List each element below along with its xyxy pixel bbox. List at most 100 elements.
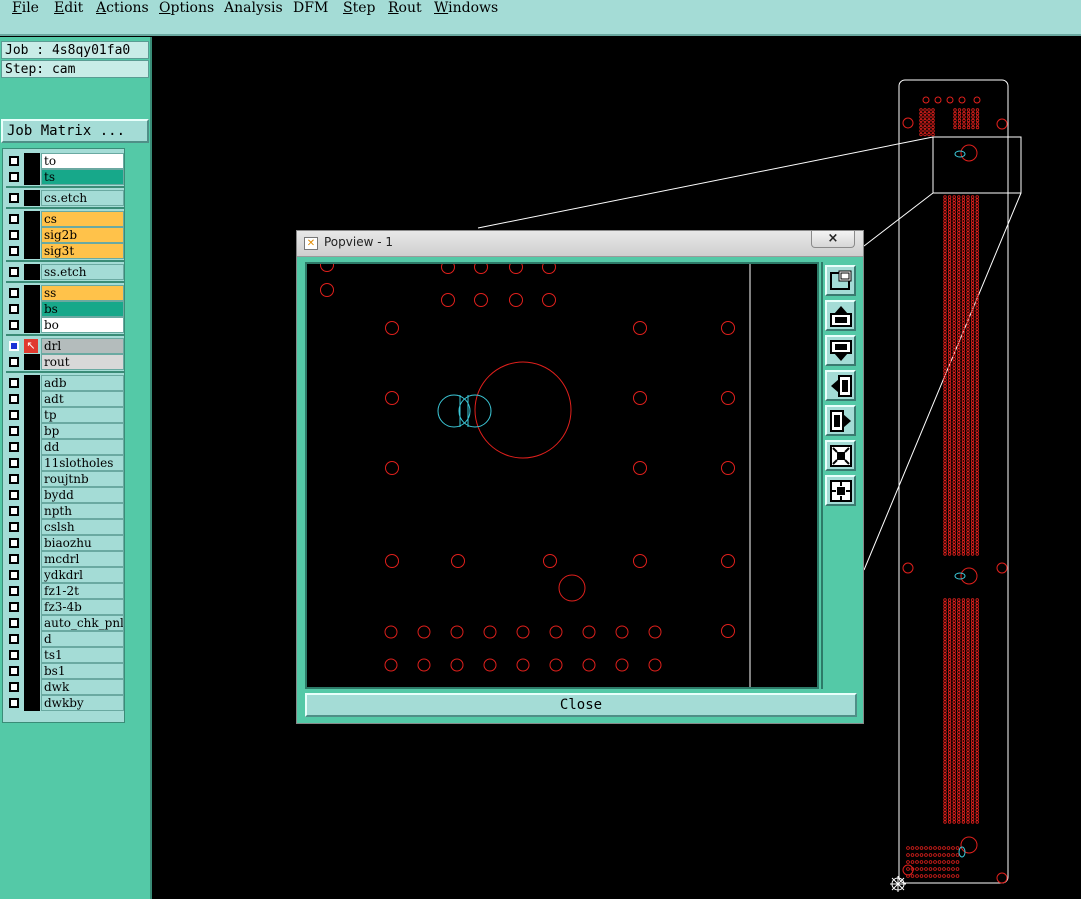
layer-checkbox[interactable] xyxy=(9,357,19,367)
layer-checkbox[interactable] xyxy=(9,650,19,660)
layer-row-dwkby[interactable]: dwkby xyxy=(6,695,124,711)
layer-checkbox[interactable] xyxy=(9,410,19,420)
layer-row-mcdrl[interactable]: mcdrl xyxy=(6,551,124,567)
layer-row-auto_chk_pnl[interactable]: auto_chk_pnl xyxy=(6,615,124,631)
layer-checkbox[interactable] xyxy=(9,538,19,548)
zoom-out-button[interactable] xyxy=(825,440,856,471)
board-pad xyxy=(966,345,970,349)
board-pad xyxy=(970,733,975,737)
pan-up-button[interactable] xyxy=(825,300,856,331)
board-pad xyxy=(961,811,966,815)
pan-right-button[interactable] xyxy=(825,405,856,436)
menu-dfm[interactable]: DFM xyxy=(293,0,328,16)
layer-row-bs[interactable]: bs xyxy=(6,301,124,317)
popview-canvas[interactable] xyxy=(305,258,819,689)
layer-row-ss[interactable]: ss xyxy=(6,285,124,301)
layer-row-ss.etch[interactable]: ss.etch xyxy=(6,264,124,280)
layer-checkbox[interactable] xyxy=(9,682,19,692)
layer-row-ts1[interactable]: ts1 xyxy=(6,647,124,663)
layer-row-bydd[interactable]: bydd xyxy=(6,487,124,503)
layer-checkbox[interactable] xyxy=(9,246,19,256)
layer-checkbox[interactable] xyxy=(9,394,19,404)
layer-checkbox[interactable] xyxy=(9,230,19,240)
layer-row-sig3t[interactable]: sig3t xyxy=(6,243,124,259)
menu-file[interactable]: File xyxy=(12,0,39,16)
menu-step[interactable]: Step xyxy=(343,0,375,16)
layer-row-11slotholes[interactable]: 11slotholes xyxy=(6,455,124,471)
layer-row-sig2b[interactable]: sig2b xyxy=(6,227,124,243)
board-pad xyxy=(966,525,970,529)
layer-checkbox[interactable] xyxy=(9,570,19,580)
layer-checkbox[interactable] xyxy=(9,288,19,298)
layer-row-npth[interactable]: npth xyxy=(6,503,124,519)
layer-checkbox[interactable] xyxy=(9,193,19,203)
layer-checkbox[interactable] xyxy=(9,156,19,166)
menu-options[interactable]: Options xyxy=(159,0,214,16)
layer-checkbox[interactable] xyxy=(9,522,19,532)
layer-checkbox[interactable] xyxy=(9,378,19,388)
layer-row-cslsh[interactable]: cslsh xyxy=(6,519,124,535)
board-pad xyxy=(947,429,952,433)
board-pad xyxy=(970,516,975,520)
pan-down-button[interactable] xyxy=(825,335,856,366)
layer-row-to[interactable]: to xyxy=(6,153,124,169)
layer-row-dwk[interactable]: dwk xyxy=(6,679,124,695)
board-pad xyxy=(966,625,970,629)
layer-row-tp[interactable]: tp xyxy=(6,407,124,423)
job-matrix-button[interactable]: Job Matrix ... xyxy=(1,119,149,143)
layer-checkbox[interactable] xyxy=(9,426,19,436)
layer-checkbox[interactable] xyxy=(9,474,19,484)
layer-row-adb[interactable]: adb xyxy=(6,375,124,391)
layer-checkbox[interactable] xyxy=(9,304,19,314)
board-pad xyxy=(975,468,979,472)
menu-windows[interactable]: Windows xyxy=(434,0,498,16)
layer-checkbox[interactable] xyxy=(9,698,19,708)
board-pad xyxy=(943,616,947,620)
zoom-in-button[interactable] xyxy=(825,475,856,506)
layer-row-roujtnb[interactable]: roujtnb xyxy=(6,471,124,487)
layer-row-bo[interactable]: bo xyxy=(6,317,124,333)
layer-checkbox[interactable] xyxy=(9,442,19,452)
layer-row-d[interactable]: d xyxy=(6,631,124,647)
layer-checkbox[interactable] xyxy=(9,618,19,628)
layer-row-ts[interactable]: ts xyxy=(6,169,124,185)
menu-edit[interactable]: Edit xyxy=(54,0,83,16)
layer-checkbox[interactable] xyxy=(9,506,19,516)
layer-checkbox[interactable] xyxy=(9,634,19,644)
layer-row-dd[interactable]: dd xyxy=(6,439,124,455)
layer-row-fz1-2t[interactable]: fz1-2t xyxy=(6,583,124,599)
menu-analysis[interactable]: Analysis xyxy=(224,0,283,16)
board-pad xyxy=(957,351,961,355)
layer-checkbox[interactable] xyxy=(9,267,19,277)
menu-actions[interactable]: Actions xyxy=(96,0,149,16)
layer-checkbox[interactable] xyxy=(9,214,19,224)
layer-checkbox[interactable] xyxy=(9,458,19,468)
board-pad xyxy=(966,387,970,391)
layer-row-bs1[interactable]: bs1 xyxy=(6,663,124,679)
layer-checkbox[interactable] xyxy=(9,320,19,330)
board-pad xyxy=(975,252,979,256)
layer-row-cs[interactable]: cs xyxy=(6,211,124,227)
layer-checkbox[interactable] xyxy=(9,341,19,351)
layer-row-rout[interactable]: rout xyxy=(6,354,124,370)
layer-checkbox[interactable] xyxy=(9,602,19,612)
layer-row-bp[interactable]: bp xyxy=(6,423,124,439)
menu-rout[interactable]: Rout xyxy=(388,0,422,16)
layer-row-cs.etch[interactable]: cs.etch xyxy=(6,190,124,206)
window-close-button[interactable]: × xyxy=(811,231,855,248)
popview-titlebar[interactable]: ✕ Popview - 1 xyxy=(297,231,863,257)
layer-checkbox[interactable] xyxy=(9,490,19,500)
layer-checkbox[interactable] xyxy=(9,172,19,182)
layer-row-ydkdrl[interactable]: ydkdrl xyxy=(6,567,124,583)
board-pad xyxy=(961,712,966,716)
layer-row-biaozhu[interactable]: biaozhu xyxy=(6,535,124,551)
close-button[interactable]: Close xyxy=(305,693,857,717)
layer-checkbox[interactable] xyxy=(9,586,19,596)
layer-row-fz3-4b[interactable]: fz3-4b xyxy=(6,599,124,615)
layer-checkbox[interactable] xyxy=(9,554,19,564)
layer-row-adt[interactable]: adt xyxy=(6,391,124,407)
layer-row-drl[interactable]: ↖ drl xyxy=(6,338,124,354)
pan-left-button[interactable] xyxy=(825,370,856,401)
layer-checkbox[interactable] xyxy=(9,666,19,676)
zoom-window-button[interactable] xyxy=(825,265,856,296)
